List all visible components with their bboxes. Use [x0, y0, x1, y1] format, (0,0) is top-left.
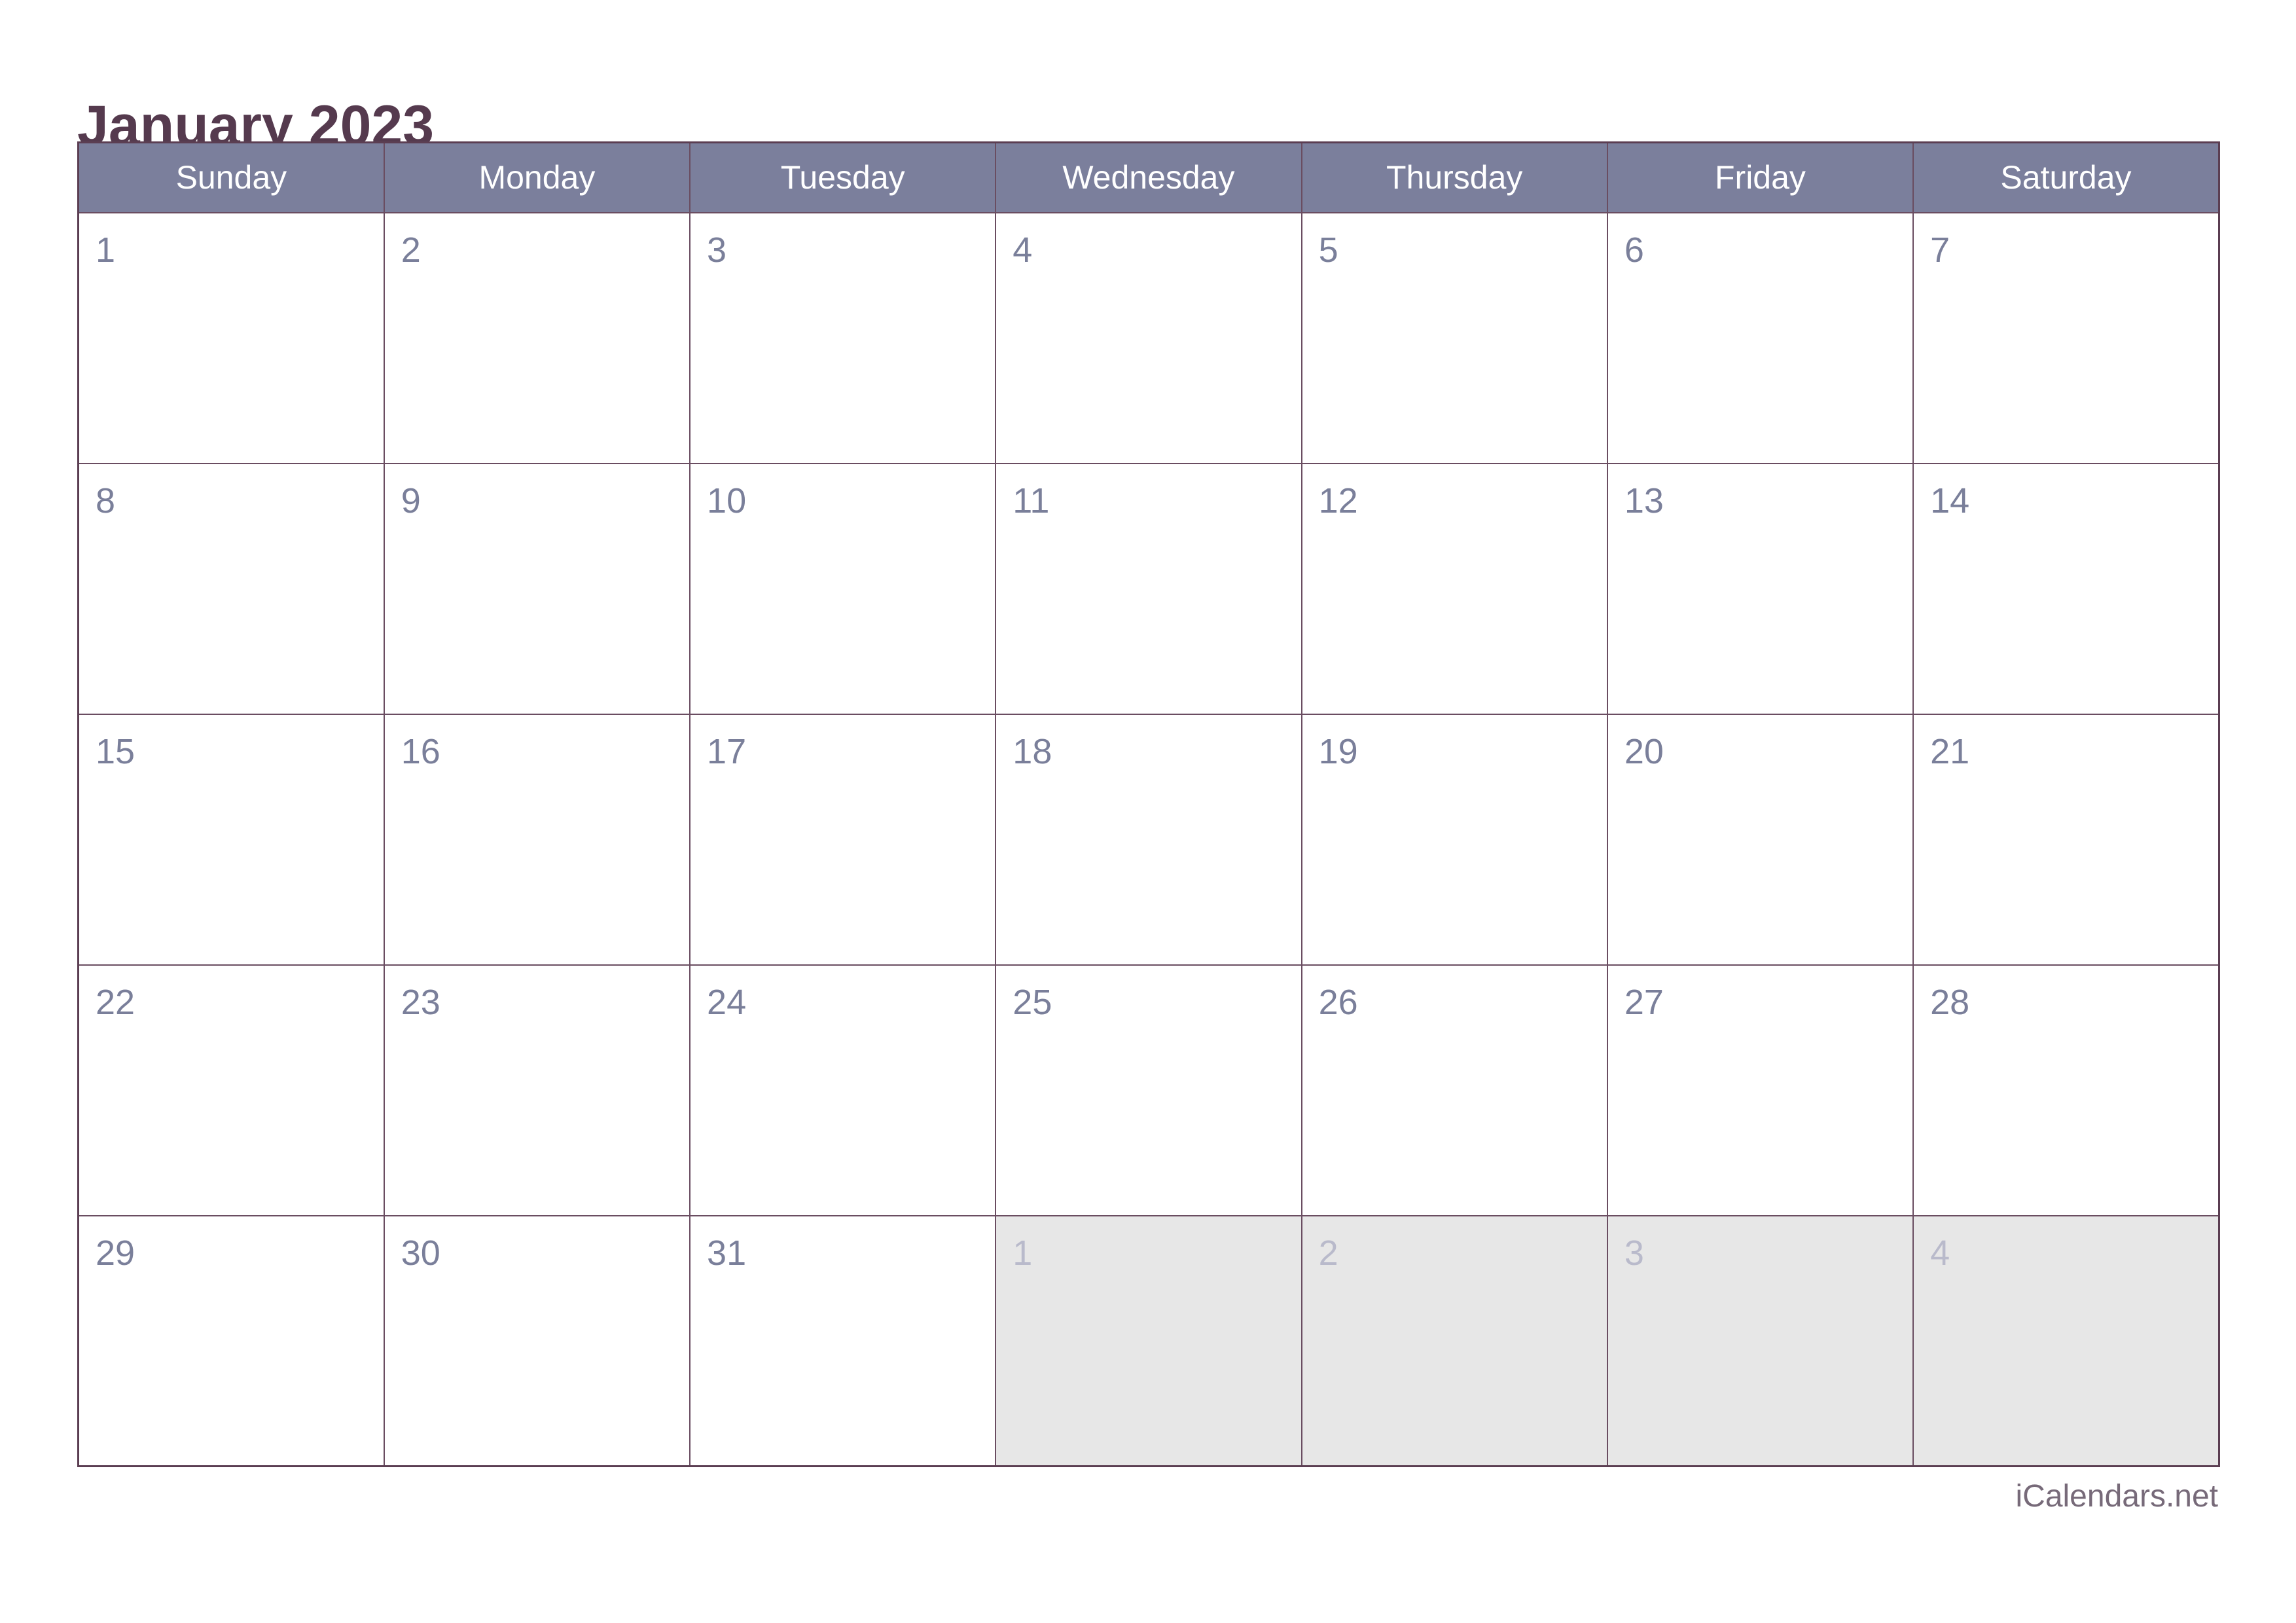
day-number: 8 [96, 481, 116, 520]
weekday-header-sunday: Sunday [77, 141, 385, 213]
calendar-week-row: 29 30 31 1 2 3 4 [77, 1214, 2220, 1467]
day-cell[interactable]: 10 [689, 462, 997, 715]
day-cell[interactable]: 20 [1606, 713, 1914, 966]
day-number: 9 [401, 481, 421, 520]
day-number: 28 [1930, 982, 1970, 1022]
day-number: 12 [1318, 481, 1358, 520]
day-cell[interactable]: 15 [77, 713, 385, 966]
day-cell[interactable]: 30 [383, 1214, 691, 1467]
day-cell[interactable]: 12 [1300, 462, 1608, 715]
day-cell[interactable]: 31 [689, 1214, 997, 1467]
calendar-grid-container: Sunday Monday Tuesday Wednesday Thursday… [77, 141, 2220, 1467]
day-number: 13 [1624, 481, 1664, 520]
day-number: 4 [1930, 1233, 1950, 1273]
day-number: 2 [1318, 1233, 1338, 1273]
day-cell[interactable]: 26 [1300, 964, 1608, 1216]
day-cell[interactable]: 9 [383, 462, 691, 715]
day-number: 1 [96, 230, 116, 270]
day-number: 19 [1318, 731, 1358, 771]
day-number: 1 [1013, 1233, 1033, 1273]
weekday-header-friday: Friday [1606, 141, 1914, 213]
day-number: 2 [401, 230, 421, 270]
day-cell[interactable]: 23 [383, 964, 691, 1216]
day-cell[interactable]: 7 [1912, 211, 2220, 464]
day-number: 5 [1318, 230, 1338, 270]
day-number: 14 [1930, 481, 1970, 520]
day-cell[interactable]: 1 [77, 211, 385, 464]
day-cell[interactable]: 19 [1300, 713, 1608, 966]
calendar-page: January 2023 Sunday Monday Tuesday Wedne… [0, 0, 2296, 1623]
calendar-week-row: 22 23 24 25 26 27 28 [77, 964, 2220, 1216]
day-cell[interactable]: 29 [77, 1214, 385, 1467]
calendar-week-row: 15 16 17 18 19 20 21 [77, 713, 2220, 966]
day-number: 29 [96, 1233, 135, 1273]
day-number: 25 [1013, 982, 1052, 1022]
day-number: 15 [96, 731, 135, 771]
day-number: 17 [707, 731, 747, 771]
day-cell[interactable]: 18 [995, 713, 1302, 966]
day-cell[interactable]: 11 [995, 462, 1302, 715]
day-cell[interactable]: 21 [1912, 713, 2220, 966]
day-number: 26 [1318, 982, 1358, 1022]
footer-brand-label: iCalendars.net [2015, 1479, 2218, 1514]
day-cell[interactable]: 24 [689, 964, 997, 1216]
day-number: 21 [1930, 731, 1970, 771]
day-number: 3 [1624, 1233, 1644, 1273]
day-number: 4 [1013, 230, 1033, 270]
day-cell[interactable]: 13 [1606, 462, 1914, 715]
weekday-header-wednesday: Wednesday [995, 141, 1302, 213]
day-cell-adjacent-month[interactable]: 1 [995, 1214, 1302, 1467]
day-cell-adjacent-month[interactable]: 4 [1912, 1214, 2220, 1467]
day-cell-adjacent-month[interactable]: 3 [1606, 1214, 1914, 1467]
day-cell[interactable]: 25 [995, 964, 1302, 1216]
weekday-header-tuesday: Tuesday [689, 141, 997, 213]
day-cell[interactable]: 5 [1300, 211, 1608, 464]
day-number: 11 [1013, 481, 1050, 520]
day-number: 30 [401, 1233, 440, 1273]
day-cell[interactable]: 16 [383, 713, 691, 966]
day-cell[interactable]: 2 [383, 211, 691, 464]
day-number: 31 [707, 1233, 747, 1273]
calendar-header-row-group: Sunday Monday Tuesday Wednesday Thursday… [77, 141, 2220, 213]
day-number: 16 [401, 731, 440, 771]
calendar-week-row: 1 2 3 4 5 6 7 [77, 211, 2220, 464]
weekday-header-row: Sunday Monday Tuesday Wednesday Thursday… [77, 141, 2220, 213]
day-cell[interactable]: 8 [77, 462, 385, 715]
day-number: 6 [1624, 230, 1644, 270]
day-number: 23 [401, 982, 440, 1022]
day-cell[interactable]: 4 [995, 211, 1302, 464]
day-cell[interactable]: 17 [689, 713, 997, 966]
day-number: 20 [1624, 731, 1664, 771]
day-number: 18 [1013, 731, 1052, 771]
weekday-header-thursday: Thursday [1300, 141, 1608, 213]
day-cell[interactable]: 6 [1606, 211, 1914, 464]
day-number: 27 [1624, 982, 1664, 1022]
day-number: 22 [96, 982, 135, 1022]
day-number: 10 [707, 481, 747, 520]
day-number: 24 [707, 982, 747, 1022]
weekday-header-monday: Monday [383, 141, 691, 213]
weekday-header-saturday: Saturday [1912, 141, 2220, 213]
calendar-body: 1 2 3 4 5 6 7 8 9 10 11 12 13 14 15 16 1… [77, 211, 2220, 1467]
day-cell[interactable]: 22 [77, 964, 385, 1216]
calendar-week-row: 8 9 10 11 12 13 14 [77, 462, 2220, 715]
day-cell[interactable]: 3 [689, 211, 997, 464]
calendar-table: Sunday Monday Tuesday Wednesday Thursday… [77, 141, 2220, 1467]
day-cell[interactable]: 14 [1912, 462, 2220, 715]
day-cell[interactable]: 28 [1912, 964, 2220, 1216]
day-number: 3 [707, 230, 727, 270]
day-cell-adjacent-month[interactable]: 2 [1300, 1214, 1608, 1467]
day-cell[interactable]: 27 [1606, 964, 1914, 1216]
day-number: 7 [1930, 230, 1950, 270]
